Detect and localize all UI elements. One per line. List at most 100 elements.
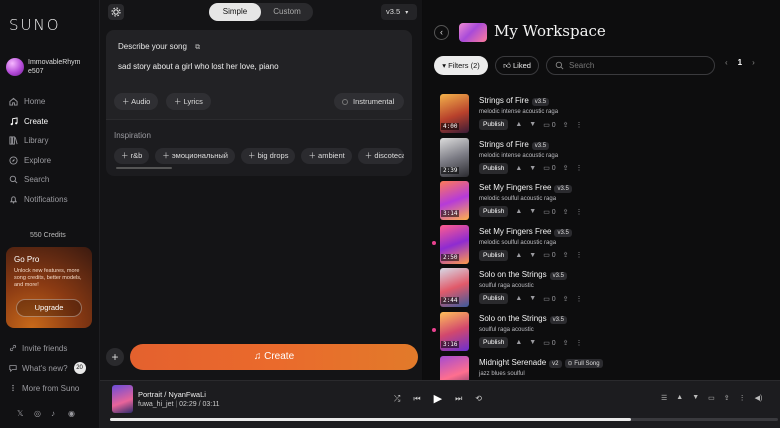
song-title[interactable]: Strings of Fire [479, 140, 529, 149]
liked-button[interactable]: 👍︎ Liked [495, 56, 539, 75]
comment-icon[interactable]: ▭ 0 [543, 121, 555, 129]
inspiration-chip[interactable]: ＋ discoteca [357, 148, 404, 164]
song-row[interactable]: 3:14 Set My Fingers Free v3.5 melodic soulf… [429, 179, 774, 222]
username[interactable]: ImmovableRhym e507 [28, 58, 90, 76]
thumbs-up-icon[interactable]: ▲ [515, 208, 522, 215]
comment-icon[interactable]: ▭ 0 [543, 251, 555, 259]
song-genre[interactable]: melodic intense acoustic raga [479, 153, 558, 159]
tab-simple[interactable]: Simple [209, 3, 261, 21]
share-icon[interactable]: ⇪ [563, 208, 569, 216]
next-page-icon[interactable]: › [752, 58, 755, 67]
song-title[interactable]: Set My Fingers Free [479, 183, 551, 192]
thumbs-up-icon[interactable]: ▲ [676, 394, 683, 402]
shuffle-icon[interactable]: ⤮ [394, 394, 400, 404]
sidebar-item-notifications[interactable]: Notifications [9, 190, 68, 210]
more-vertical-icon[interactable]: ⋮ [576, 121, 583, 129]
invite-friends-link[interactable]: Invite friends [9, 338, 86, 358]
song-title[interactable]: Solo on the Strings [479, 314, 547, 323]
prev-page-icon[interactable]: ‹ [725, 58, 728, 67]
model-version-select[interactable]: v3.5 ▾ [381, 4, 417, 20]
share-icon[interactable]: ⇪ [563, 251, 569, 259]
song-title[interactable]: Midnight Serenade [479, 358, 546, 367]
more-vertical-icon[interactable]: ⋮ [576, 295, 583, 303]
more-vertical-icon[interactable]: ⋮ [576, 339, 583, 347]
thumbs-up-icon[interactable]: ▲ [515, 339, 522, 346]
instrumental-toggle[interactable]: Instrumental [334, 93, 404, 110]
tiktok-icon[interactable]: ♪ [51, 410, 59, 418]
publish-button[interactable]: Publish [479, 206, 509, 218]
song-row[interactable]: 2:44 Solo on the Strings v3.5 soulful raga … [429, 266, 774, 309]
more-from-suno-link[interactable]: More from Suno [9, 378, 86, 398]
publish-button[interactable]: Publish [479, 162, 509, 174]
inspiration-chip[interactable]: ＋ эмоциональный [155, 148, 235, 164]
song-genre[interactable]: melodic intense acoustic raga [479, 109, 558, 115]
sidebar-item-create[interactable]: Create [9, 112, 68, 132]
comment-icon[interactable]: ▭ 0 [543, 295, 555, 303]
share-icon[interactable]: ⇪ [563, 121, 569, 129]
add-audio-button[interactable]: ＋ Audio [114, 93, 159, 110]
publish-button[interactable]: Publish [479, 249, 509, 261]
more-vertical-icon[interactable]: ⋮ [739, 394, 746, 402]
thumbs-down-icon[interactable]: ▼ [529, 295, 536, 302]
comment-icon[interactable]: ▭ 0 [543, 339, 555, 347]
song-genre[interactable]: melodic soulful acoustic raga [479, 196, 556, 202]
sidebar-item-search[interactable]: Search [9, 170, 68, 190]
settings-button[interactable] [108, 4, 124, 20]
thumbs-down-icon[interactable]: ▼ [529, 208, 536, 215]
song-row[interactable]: 2:50 Set My Fingers Free v3.5 melodic soulf… [429, 223, 774, 266]
thumbs-up-icon[interactable]: ▲ [515, 295, 522, 302]
create-button[interactable]: ♫ Create [130, 344, 418, 370]
add-lyrics-button[interactable]: ＋ Lyrics [166, 93, 211, 110]
x-twitter-icon[interactable]: 𝕏 [17, 410, 25, 418]
repeat-icon[interactable]: ⟲ [475, 394, 482, 403]
publish-button[interactable]: Publish [479, 293, 509, 305]
song-row[interactable]: 4:00 Strings of Fire v3.5 melodic intense a… [429, 92, 774, 135]
thumbs-up-icon[interactable]: ▲ [515, 252, 522, 259]
thumbs-up-icon[interactable]: ▲ [515, 165, 522, 172]
song-description-input[interactable]: sad story about a girl who lost her love… [118, 62, 279, 71]
player-song-title[interactable]: Portrait / NyanFwaLi [138, 390, 206, 399]
player-artist[interactable]: fuwa_hi_jet [138, 401, 173, 408]
song-row[interactable]: 2:39 Strings of Fire v3.5 melodic intense a… [429, 136, 774, 179]
next-track-icon[interactable]: ⏭ [455, 394, 462, 404]
shuffle-prompt-icon[interactable]: ⧉ [195, 44, 200, 51]
share-icon[interactable]: ⇪ [724, 394, 730, 402]
upgrade-button[interactable]: Upgrade [16, 299, 82, 317]
publish-button[interactable]: Publish [479, 337, 509, 348]
player-cover[interactable] [112, 385, 133, 413]
tab-custom[interactable]: Custom [261, 3, 313, 21]
song-genre[interactable]: soulful raga acoustic [479, 327, 534, 333]
song-genre[interactable]: jazz blues soulful [479, 371, 525, 377]
add-button[interactable]: + [106, 348, 124, 366]
share-icon[interactable]: ⇪ [563, 164, 569, 172]
thumbs-down-icon[interactable]: ▼ [529, 252, 536, 259]
thumbs-down-icon[interactable]: ▼ [529, 165, 536, 172]
song-genre[interactable]: soulful raga acoustic [479, 283, 534, 289]
volume-icon[interactable]: ◀) [755, 394, 763, 402]
song-title[interactable]: Solo on the Strings [479, 270, 547, 279]
previous-track-icon[interactable]: ⏮ [413, 394, 420, 404]
play-icon[interactable]: ▶ [434, 392, 442, 405]
thumbs-up-icon[interactable]: ▲ [515, 121, 522, 128]
share-icon[interactable]: ⇪ [563, 339, 569, 347]
inspiration-scrollbar[interactable] [116, 167, 172, 169]
inspiration-chip[interactable]: ＋ big drops [241, 148, 296, 164]
thumbs-down-icon[interactable]: ▼ [692, 394, 699, 402]
comment-icon[interactable]: ▭ 0 [543, 208, 555, 216]
user-profile[interactable]: ImmovableRhym e507 [6, 58, 90, 76]
more-vertical-icon[interactable]: ⋮ [576, 164, 583, 172]
instagram-icon[interactable]: ◎ [34, 410, 42, 418]
back-button[interactable]: ‹ [434, 25, 449, 40]
sidebar-item-library[interactable]: Library [9, 131, 68, 151]
song-title[interactable]: Strings of Fire [479, 96, 529, 105]
queue-icon[interactable]: ☰ [661, 394, 667, 402]
search-input[interactable]: Search [546, 56, 715, 75]
filters-button[interactable]: ▾ Filters (2) [434, 56, 488, 75]
inspiration-chip[interactable]: ＋ r&b [114, 148, 150, 164]
song-genre[interactable]: melodic soulful acoustic raga [479, 240, 556, 246]
inspiration-chip[interactable]: ＋ ambient [301, 148, 352, 164]
sidebar-item-home[interactable]: Home [9, 92, 68, 112]
song-row[interactable]: 3:16 Solo on the Strings v3.5 soulful raga … [429, 310, 774, 353]
song-title[interactable]: Set My Fingers Free [479, 227, 551, 236]
discord-icon[interactable]: ◉ [68, 410, 76, 418]
